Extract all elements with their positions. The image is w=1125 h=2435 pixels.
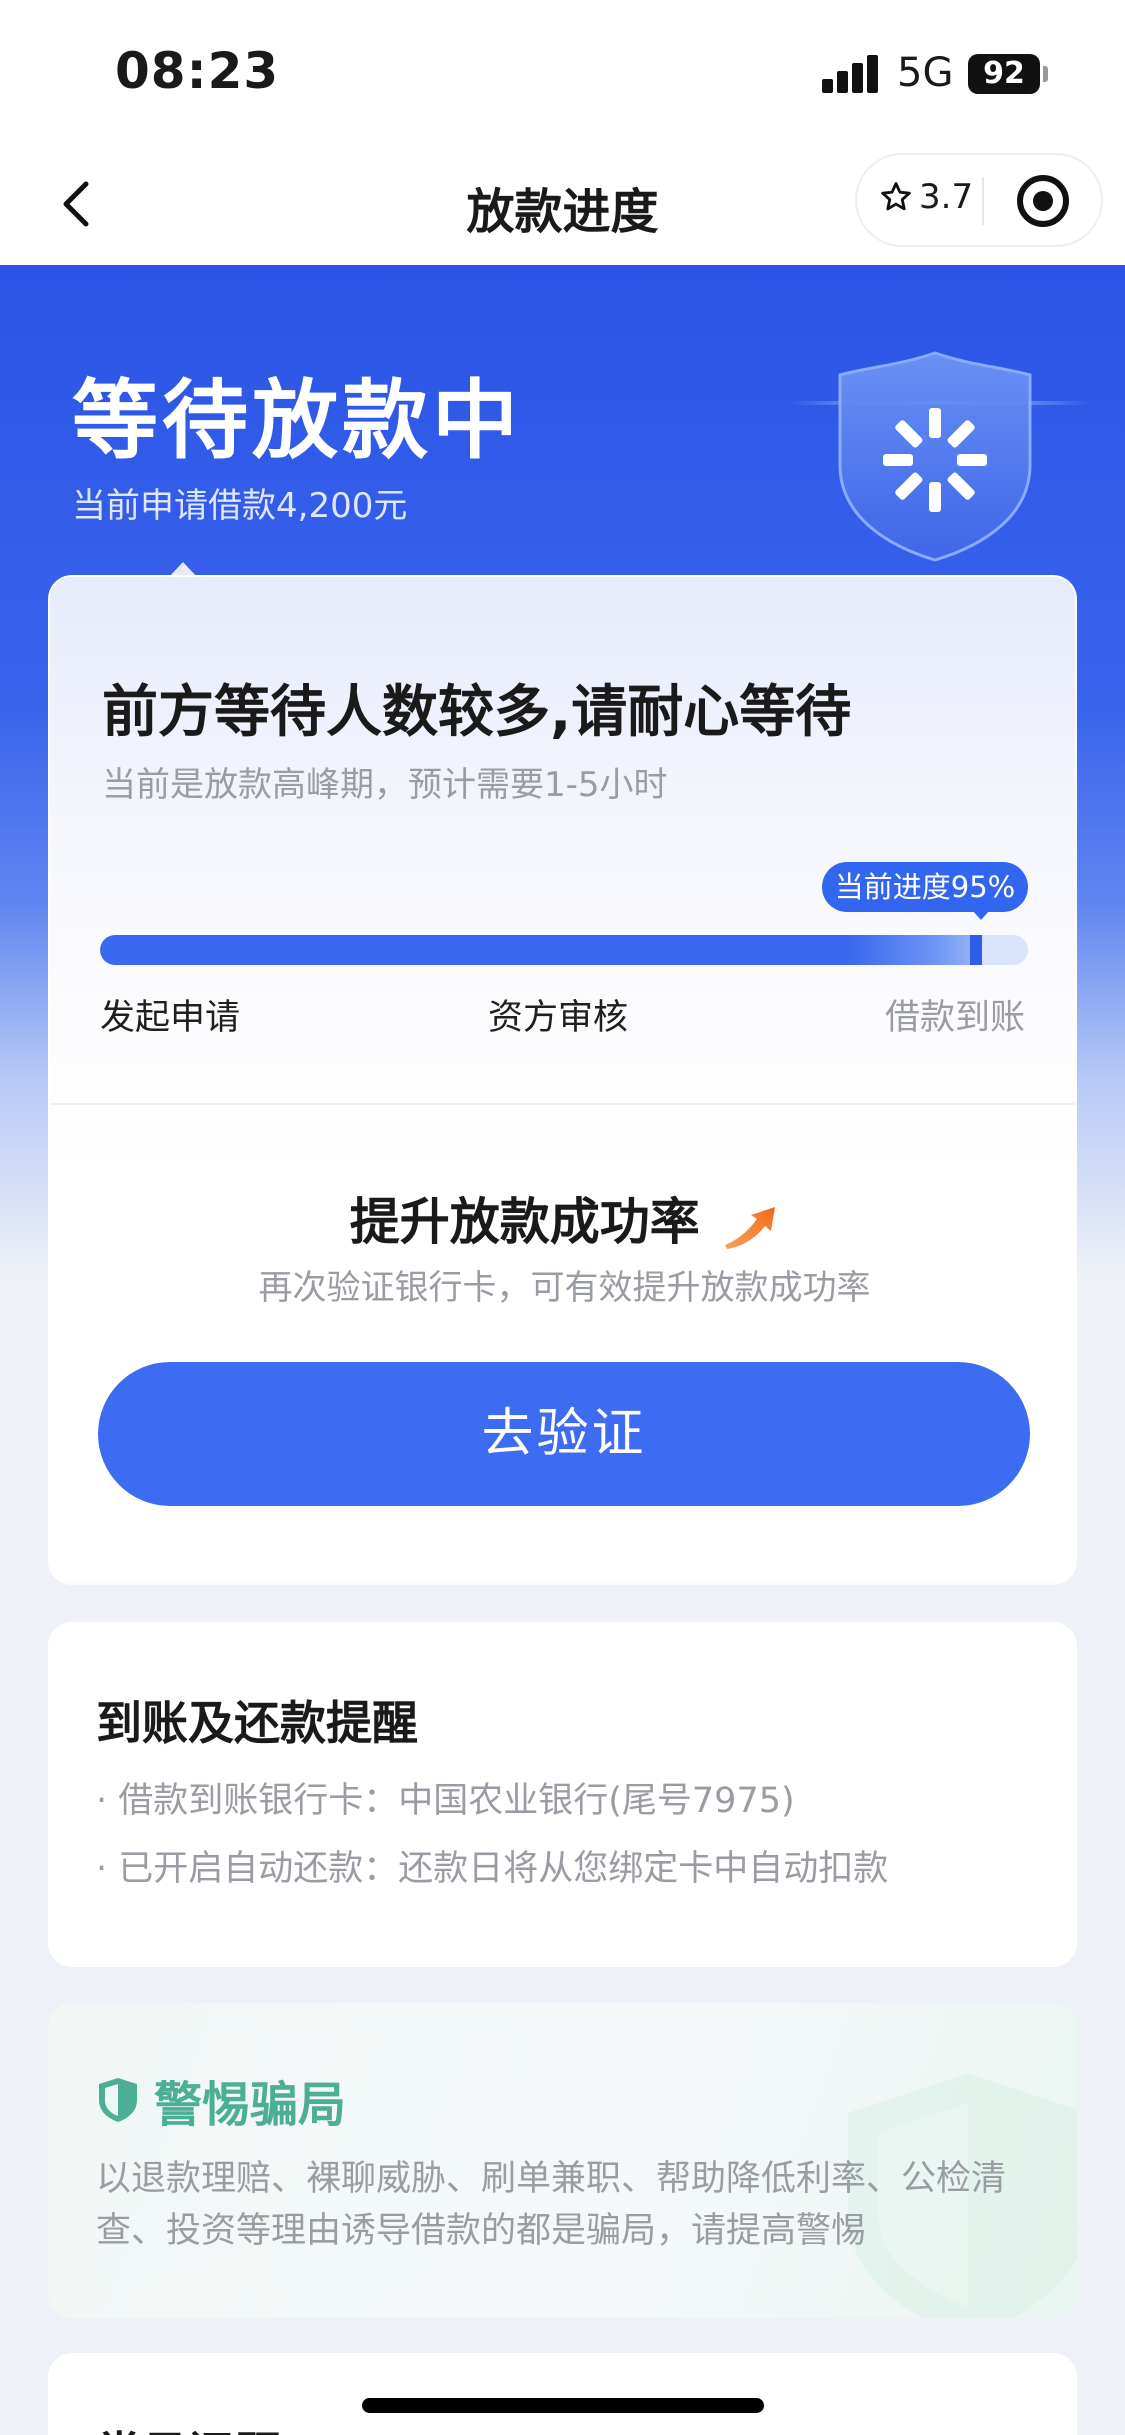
step-apply: 发起申请 xyxy=(100,998,241,1038)
progress-card: 前方等待人数较多,请耐心等待 当前是放款高峰期，预计需要1-5小时 当前进度95… xyxy=(48,575,1077,1585)
step-review: 资方审核 xyxy=(488,998,629,1038)
boost-subtitle: 再次验证银行卡，可有效提升放款成功率 xyxy=(258,1268,871,1308)
progress-track xyxy=(100,935,1028,965)
fraud-title-text: 警惕骗局 xyxy=(154,2077,347,2133)
faq-card: 常见问题 xyxy=(48,2353,1077,2435)
fraud-warning-card: 警惕骗局 以退款理赔、裸聊威胁、刷单兼职、帮助降低利率、公检清查、投资等理由诱导… xyxy=(48,2003,1077,2318)
target-icon[interactable] xyxy=(1017,175,1069,227)
battery-icon: 92 xyxy=(968,54,1040,94)
capsule-divider xyxy=(982,177,984,225)
hero-title: 等待放款中 xyxy=(72,371,522,471)
up-arrow-icon xyxy=(725,1206,776,1249)
progress-fill xyxy=(100,935,982,965)
progress-marker xyxy=(970,935,982,965)
boost-title: 提升放款成功率 xyxy=(50,1182,1075,1254)
home-indicator[interactable] xyxy=(362,2398,764,2413)
card-divider xyxy=(50,1103,1075,1105)
progress-badge: 当前进度95% xyxy=(822,862,1028,912)
reminder-bank-card: · 借款到账银行卡：中国农业银行(尾号7975) xyxy=(96,1781,795,1821)
faq-title: 常见问题 xyxy=(96,2418,280,2435)
wait-title: 前方等待人数较多,请耐心等待 xyxy=(102,680,852,745)
verify-button[interactable]: 去验证 xyxy=(98,1362,1030,1506)
badge-pointer xyxy=(972,910,990,920)
reminder-card: 到账及还款提醒 · 借款到账银行卡：中国农业银行(尾号7975) · 已开启自动… xyxy=(48,1622,1077,1967)
shield-check-icon xyxy=(99,2078,137,2122)
star-icon xyxy=(881,182,911,211)
battery-tip xyxy=(1043,66,1048,82)
status-bar: 08:23 5G 92 xyxy=(0,0,1125,150)
shield-logo-icon xyxy=(838,351,1032,562)
network-type: 5G xyxy=(897,50,954,96)
reminder-auto-repay: · 已开启自动还款：还款日将从您绑定卡中自动扣款 xyxy=(96,1849,889,1889)
boost-title-text: 提升放款成功率 xyxy=(349,1193,700,1251)
fraud-title: 警惕骗局 xyxy=(96,2065,346,2135)
reminder-title: 到账及还款提醒 xyxy=(96,1696,418,1750)
nav-bar: 放款进度 3.7 xyxy=(0,150,1125,265)
fraud-text: 以退款理赔、裸聊威胁、刷单兼职、帮助降低利率、公检清查、投资等理由诱导借款的都是… xyxy=(96,2159,1007,2251)
signal-icon xyxy=(822,55,880,93)
wait-subtitle: 当前是放款高峰期，预计需要1-5小时 xyxy=(102,765,668,805)
status-time: 08:23 xyxy=(115,42,280,100)
hero-subtitle: 当前申请借款4,200元 xyxy=(72,486,408,526)
rating-value: 3.7 xyxy=(919,177,974,217)
mini-program-capsule: 3.7 xyxy=(855,153,1103,247)
step-arrival: 借款到账 xyxy=(884,998,1025,1038)
rating-button[interactable]: 3.7 xyxy=(879,177,973,217)
